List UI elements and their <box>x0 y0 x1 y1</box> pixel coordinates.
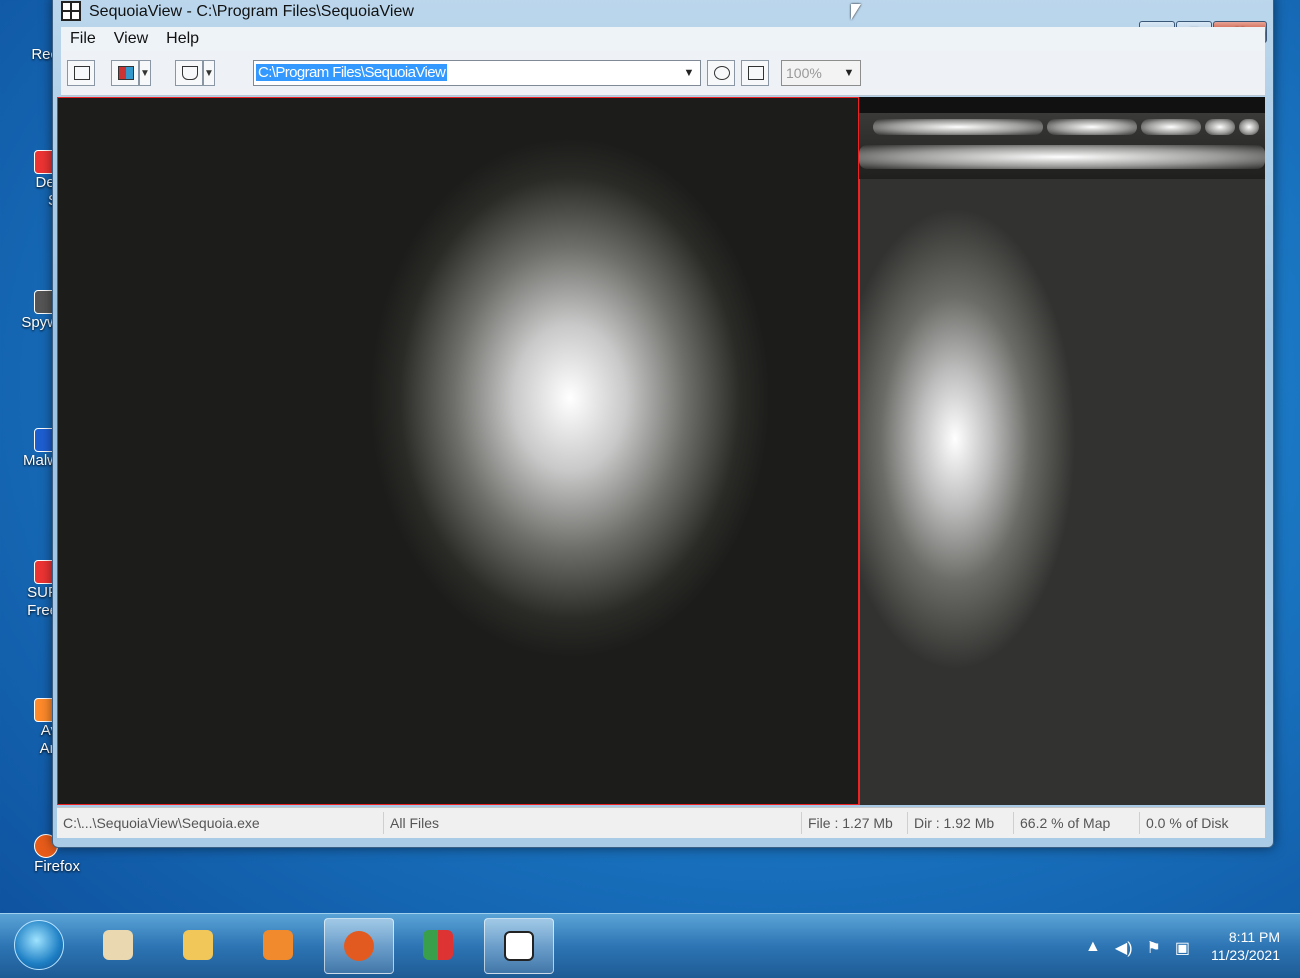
menu-view[interactable]: View <box>105 30 157 48</box>
toolbar: ▼ ▼ C:\Program Files\SequoiaView ▼ 100% … <box>61 51 1265 96</box>
desktop-icon-malware[interactable]: Malw <box>0 428 58 470</box>
firefox-icon <box>344 931 374 961</box>
title-bar[interactable]: SequoiaView - C:\Program Files\SequoiaVi… <box>53 0 1273 27</box>
paint-icon <box>103 930 133 960</box>
chevron-down-icon[interactable]: ▼ <box>680 63 698 83</box>
media-player-icon <box>263 930 293 960</box>
clock[interactable]: 8:11 PM 11/23/2021 <box>1211 928 1280 964</box>
treemap-cell[interactable] <box>859 179 1265 805</box>
system-tray: ▲ ◀) ⚑ ▣ <box>1085 938 1190 958</box>
status-percent-map: 66.2 % of Map <box>1013 812 1110 834</box>
sequoiaview-icon <box>504 931 534 961</box>
window-title: SequoiaView - C:\Program Files\SequoiaVi… <box>89 3 414 20</box>
menu-help[interactable]: Help <box>157 30 208 48</box>
desktop-icon-super-free[interactable]: SUP Free <box>0 560 58 620</box>
color-scheme-icon <box>118 66 134 80</box>
treemap-cell[interactable] <box>1141 119 1201 135</box>
desktop-icon-del[interactable]: DelS <box>0 150 58 210</box>
clock-date: 11/23/2021 <box>1210 947 1280 963</box>
filter-dropdown[interactable]: ▼ <box>203 60 215 86</box>
menu-file[interactable]: File <box>61 30 105 48</box>
treemap-cell[interactable] <box>859 145 1265 169</box>
select-folder-button[interactable] <box>67 60 95 86</box>
taskbar-firefox[interactable] <box>324 918 394 974</box>
network-icon[interactable]: ▣ <box>1175 938 1190 958</box>
checklist-icon <box>74 66 90 80</box>
menu-bar: File View Help <box>61 27 1265 51</box>
taskbar-network-app[interactable] <box>404 918 472 972</box>
treemap-cell[interactable] <box>1205 119 1235 135</box>
volume-icon[interactable]: ◀) <box>1115 938 1133 958</box>
zoom-level: 100% <box>786 65 822 81</box>
path-input-text[interactable]: C:\Program Files\SequoiaView <box>256 64 448 81</box>
network-app-icon <box>423 930 453 960</box>
status-filter: All Files <box>383 812 439 834</box>
folder-icon <box>183 930 213 960</box>
status-dir-size: Dir : 1.92 Mb <box>907 812 994 834</box>
status-file-size: File : 1.27 Mb <box>801 812 893 834</box>
desktop-icon-antivirus[interactable]: Av An <box>0 698 58 758</box>
status-bar: C:\...\SequoiaView\Sequoia.exe All Files… <box>57 807 1265 838</box>
sequoiaview-window: SequoiaView - C:\Program Files\SequoiaVi… <box>52 0 1274 848</box>
taskbar: ▲ ◀) ⚑ ▣ 8:11 PM 11/23/2021 <box>0 913 1300 978</box>
color-scheme-button[interactable] <box>111 60 139 86</box>
show-hidden-icons-icon[interactable]: ▲ <box>1085 938 1101 958</box>
taskbar-explorer[interactable] <box>164 918 232 972</box>
status-selected-file: C:\...\SequoiaView\Sequoia.exe <box>63 815 260 831</box>
sequoiaview-app-icon[interactable] <box>61 1 81 21</box>
filter-button[interactable] <box>175 60 203 86</box>
filter-icon <box>182 66 198 80</box>
browse-button[interactable] <box>707 60 735 86</box>
chevron-down-icon[interactable]: ▼ <box>840 63 858 83</box>
taskbar-media-player[interactable] <box>244 918 312 972</box>
zoom-combobox[interactable]: 100% ▼ <box>781 60 861 86</box>
start-button[interactable] <box>14 920 64 970</box>
flag-icon[interactable]: ⚑ <box>1147 938 1161 958</box>
up-folder-button[interactable] <box>741 60 769 86</box>
status-percent-disk: 0.0 % of Disk <box>1139 812 1228 834</box>
clock-time: 8:11 PM <box>1228 929 1280 945</box>
desktop-icon-recycle-bin[interactable]: Rec <box>0 46 58 64</box>
magnifier-icon <box>714 66 730 80</box>
path-combobox[interactable]: C:\Program Files\SequoiaView ▼ <box>253 60 701 86</box>
treemap-cell-selected[interactable] <box>57 97 859 805</box>
desktop-icon-spyware[interactable]: Spyw <box>0 290 58 332</box>
treemap-cell[interactable] <box>873 119 1043 135</box>
treemap-cell[interactable] <box>1047 119 1137 135</box>
treemap-cell-group[interactable] <box>859 113 1265 179</box>
treemap-cell[interactable] <box>1239 119 1259 135</box>
folder-up-icon <box>748 66 764 80</box>
desktop-icon-label: Firefox <box>34 858 80 875</box>
treemap-view[interactable] <box>57 97 1265 805</box>
taskbar-sequoiaview[interactable] <box>484 918 554 974</box>
color-scheme-dropdown[interactable]: ▼ <box>139 60 151 86</box>
mouse-cursor-icon <box>851 4 861 20</box>
taskbar-paint[interactable] <box>84 918 152 972</box>
